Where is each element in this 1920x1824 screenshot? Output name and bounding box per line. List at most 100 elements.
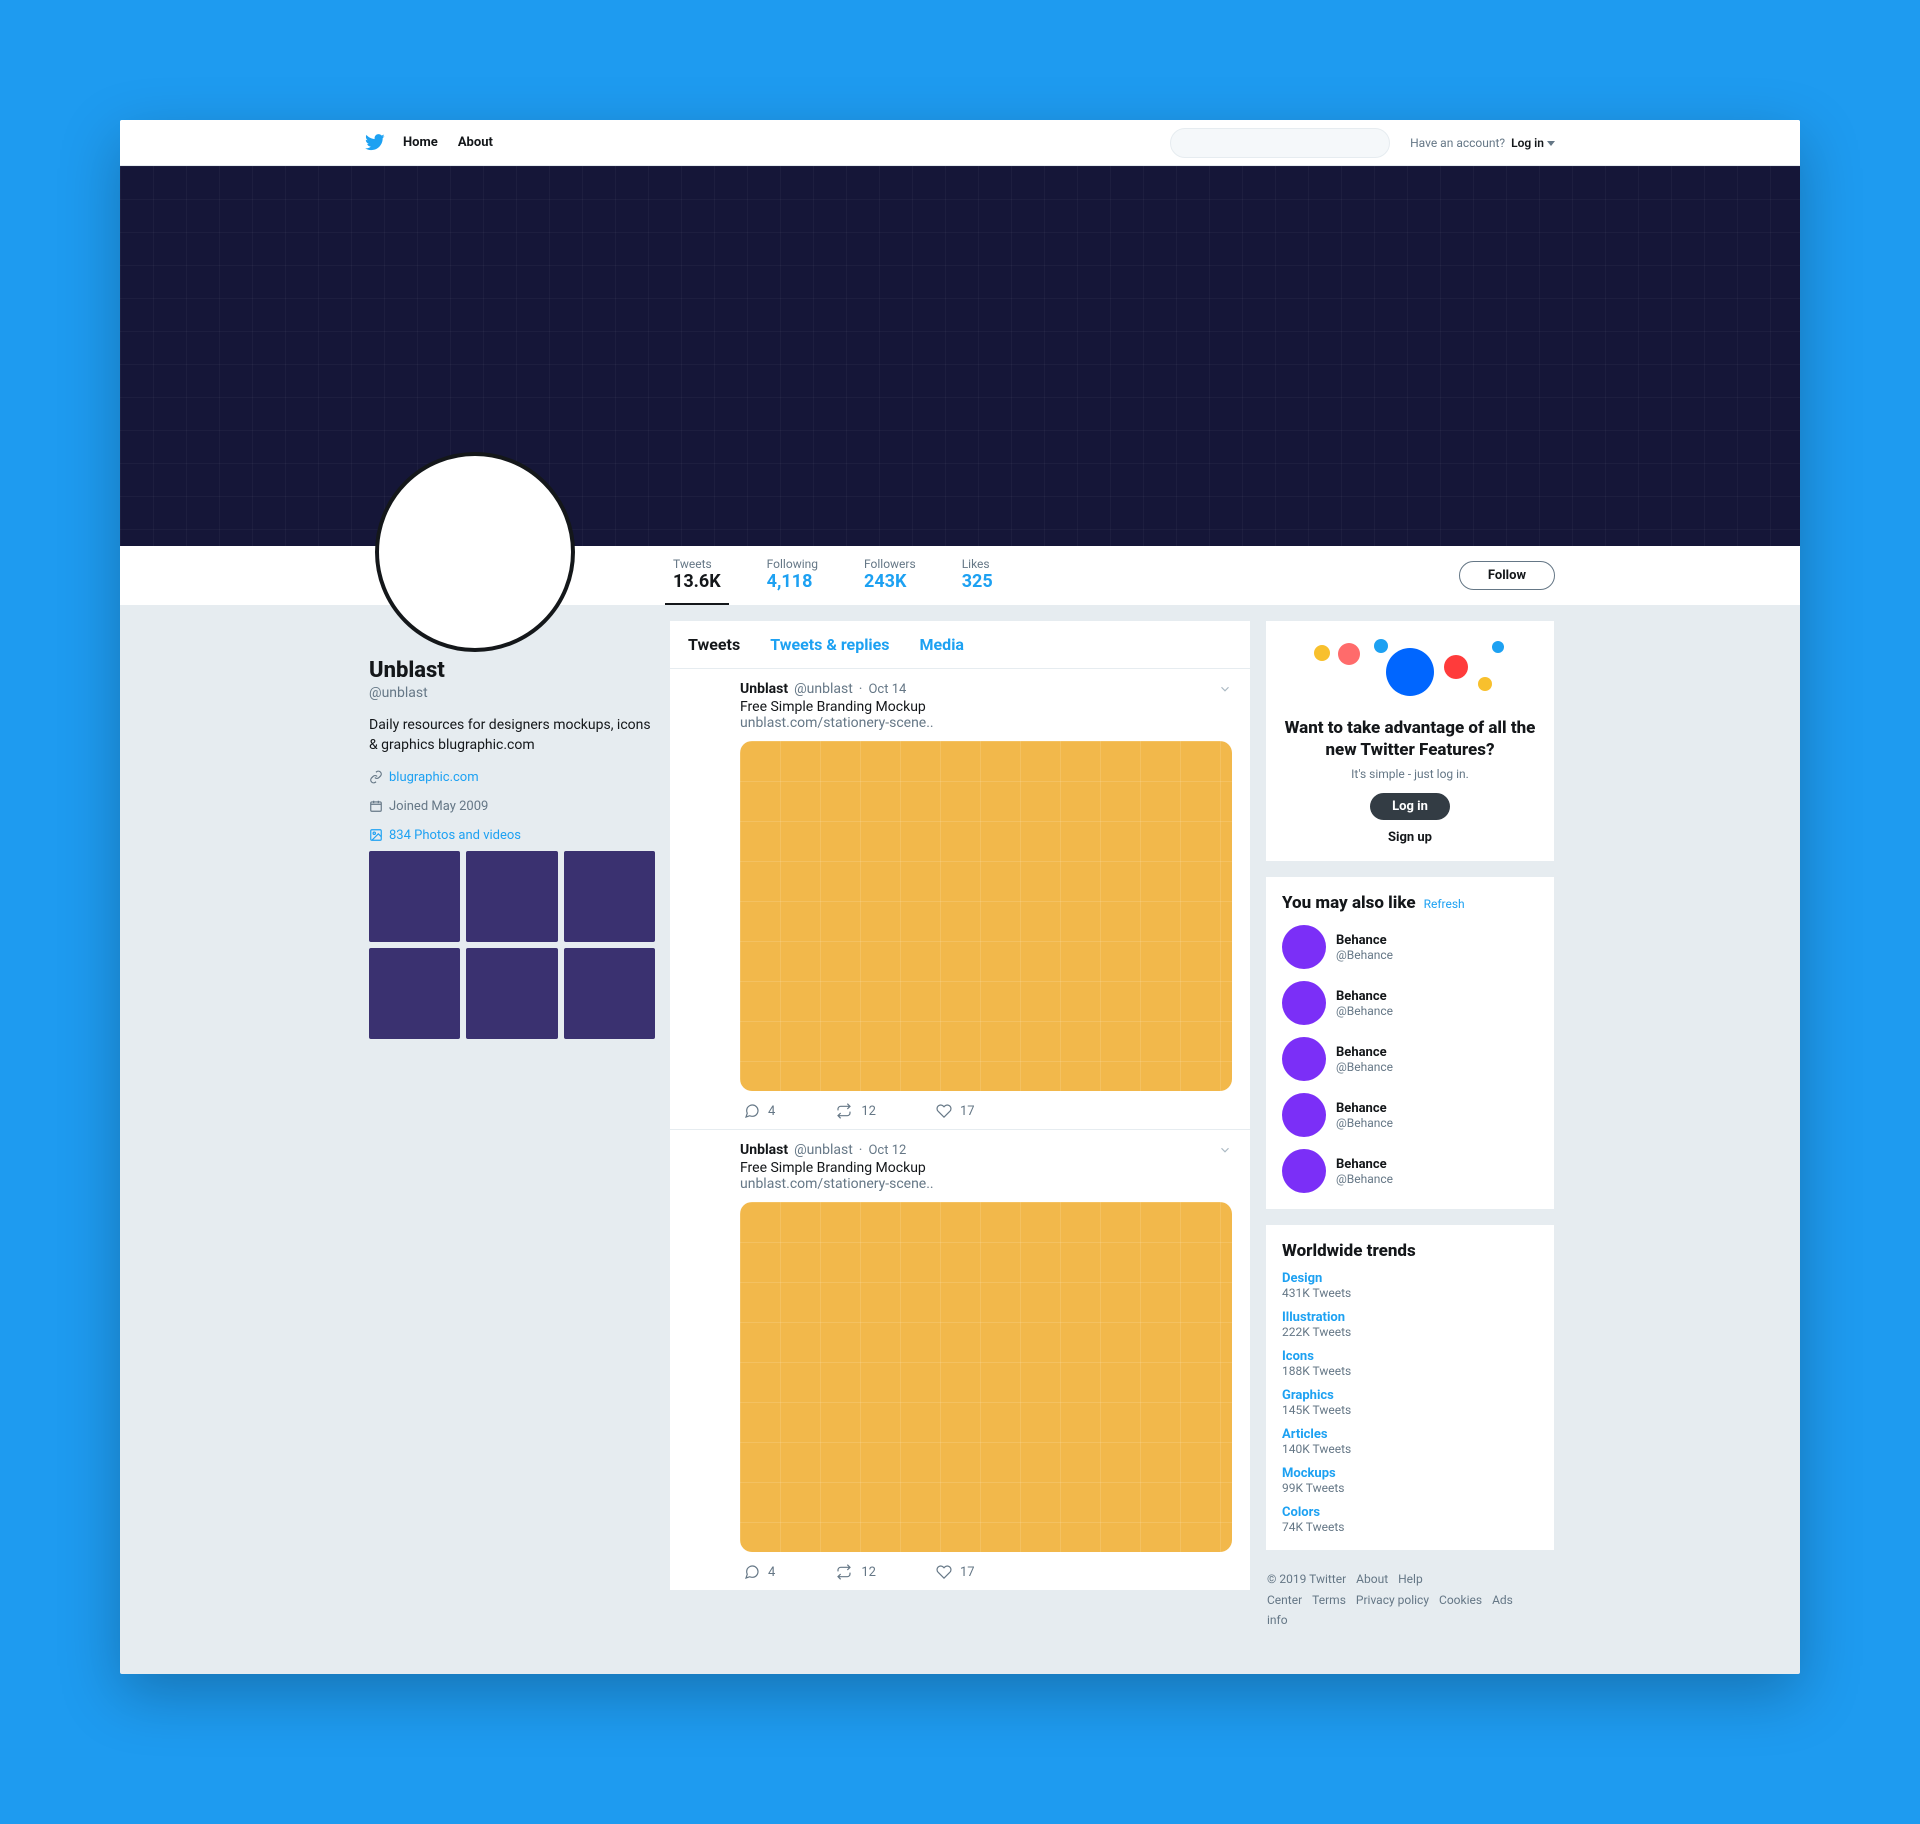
suggestion-handle: @Behance xyxy=(1336,1116,1393,1130)
profile-banner xyxy=(120,166,1800,546)
suggestion-row[interactable]: Behance @Behance xyxy=(1282,1149,1538,1193)
stat-likes[interactable]: Likes 325 xyxy=(954,546,1001,605)
suggestion-avatar[interactable] xyxy=(1282,981,1326,1025)
profile-handle: @unblast xyxy=(369,685,655,701)
suggestion-avatar[interactable] xyxy=(1282,1149,1326,1193)
trend-row[interactable]: Illustration 222K Tweets xyxy=(1282,1310,1538,1339)
media-thumbnail[interactable] xyxy=(369,948,460,1039)
reply-button[interactable]: 4 xyxy=(744,1103,775,1119)
search-input[interactable] xyxy=(1170,128,1390,158)
tweet-image[interactable] xyxy=(740,1202,1232,1552)
tweet[interactable]: Unblast @unblast · Oct 14 Free Simple Br… xyxy=(670,669,1250,1130)
suggestion-avatar[interactable] xyxy=(1282,925,1326,969)
tweet-menu-icon[interactable] xyxy=(1218,682,1232,696)
profile-joined: Joined May 2009 xyxy=(369,799,655,814)
trend-count: 140K Tweets xyxy=(1282,1442,1538,1456)
media-thumbnail[interactable] xyxy=(564,851,655,942)
suggestion-avatar[interactable] xyxy=(1282,1037,1326,1081)
suggestion-name: Behance xyxy=(1336,1157,1393,1172)
login-button[interactable]: Log in xyxy=(1370,793,1450,820)
profile-website[interactable]: blugraphic.com xyxy=(369,770,655,785)
suggestion-name: Behance xyxy=(1336,989,1393,1004)
retweet-button[interactable]: 12 xyxy=(835,1564,876,1580)
tweet-handle[interactable]: @unblast xyxy=(794,681,853,697)
tweet-author[interactable]: Unblast xyxy=(740,681,788,697)
footer-link[interactable]: About xyxy=(1356,1572,1388,1586)
suggestion-row[interactable]: Behance @Behance xyxy=(1282,1093,1538,1137)
trend-row[interactable]: Colors 74K Tweets xyxy=(1282,1505,1538,1534)
media-thumbnail[interactable] xyxy=(564,948,655,1039)
footer-link[interactable]: Cookies xyxy=(1439,1593,1482,1607)
follow-button[interactable]: Follow xyxy=(1459,561,1555,590)
top-navbar: Home About Have an account? Log in xyxy=(120,120,1800,166)
tweet-link[interactable]: unblast.com/stationery-scene.. xyxy=(740,715,1232,731)
tweet-image[interactable] xyxy=(740,741,1232,1091)
twitter-bird-icon[interactable] xyxy=(365,134,385,151)
tweet-link[interactable]: unblast.com/stationery-scene.. xyxy=(740,1176,1232,1192)
footer-link[interactable]: Terms xyxy=(1312,1593,1346,1607)
calendar-icon xyxy=(369,799,383,813)
tab-tweets[interactable]: Tweets xyxy=(688,635,740,654)
signup-subtitle: It's simple - just log in. xyxy=(1282,767,1538,781)
suggestion-avatar[interactable] xyxy=(1282,1093,1326,1137)
trend-row[interactable]: Graphics 145K Tweets xyxy=(1282,1388,1538,1417)
tweet-date[interactable]: Oct 14 xyxy=(868,682,906,697)
signup-button[interactable]: Sign up xyxy=(1388,830,1432,845)
trend-row[interactable]: Articles 140K Tweets xyxy=(1282,1427,1538,1456)
tweet-handle[interactable]: @unblast xyxy=(794,1142,853,1158)
signup-illustration xyxy=(1282,637,1538,707)
stat-label: Likes xyxy=(962,557,993,571)
tweet-text: Free Simple Branding Mockup xyxy=(740,1160,1232,1176)
avatar[interactable] xyxy=(375,452,575,652)
nav-about-link[interactable]: About xyxy=(458,135,493,150)
suggestion-handle: @Behance xyxy=(1336,1060,1393,1074)
like-button[interactable]: 17 xyxy=(936,1564,975,1580)
suggestion-row[interactable]: Behance @Behance xyxy=(1282,1037,1538,1081)
signup-title: Want to take advantage of all the new Tw… xyxy=(1282,717,1538,761)
stat-value: 325 xyxy=(962,571,993,592)
like-button[interactable]: 17 xyxy=(936,1103,975,1119)
stat-tweets[interactable]: Tweets 13.6K xyxy=(665,546,729,605)
trend-row[interactable]: Icons 188K Tweets xyxy=(1282,1349,1538,1378)
tweet-date[interactable]: Oct 12 xyxy=(868,1143,906,1158)
profile-bio: Daily resources for designers mockups, i… xyxy=(369,715,655,756)
signup-prompt-panel: Want to take advantage of all the new Tw… xyxy=(1265,620,1555,862)
profile-media-text: 834 Photos and videos xyxy=(389,828,521,843)
trends-panel: Worldwide trends Design 431K Tweets Illu… xyxy=(1265,1224,1555,1551)
trend-row[interactable]: Design 431K Tweets xyxy=(1282,1271,1538,1300)
media-thumbnail[interactable] xyxy=(466,948,557,1039)
trend-count: 188K Tweets xyxy=(1282,1364,1538,1378)
retweet-button[interactable]: 12 xyxy=(835,1103,876,1119)
stat-following[interactable]: Following 4,118 xyxy=(759,546,826,605)
footer-link[interactable]: Privacy policy xyxy=(1356,1593,1429,1607)
suggestion-name: Behance xyxy=(1336,1045,1393,1060)
reply-button[interactable]: 4 xyxy=(744,1564,775,1580)
timeline-tabs: Tweets Tweets & replies Media xyxy=(670,621,1250,669)
login-link[interactable]: Log in xyxy=(1511,136,1555,150)
suggestions-refresh[interactable]: Refresh xyxy=(1424,897,1465,911)
stat-followers[interactable]: Followers 243K xyxy=(856,546,924,605)
nav-home-link[interactable]: Home xyxy=(403,135,438,150)
footer-links: © 2019 TwitterAboutHelp CenterTermsPriva… xyxy=(1265,1565,1555,1634)
trend-count: 74K Tweets xyxy=(1282,1520,1538,1534)
trend-row[interactable]: Mockups 99K Tweets xyxy=(1282,1466,1538,1495)
trend-name: Icons xyxy=(1282,1349,1538,1364)
profile-media-link[interactable]: 834 Photos and videos xyxy=(369,828,655,843)
trend-name: Articles xyxy=(1282,1427,1538,1442)
tweet-menu-icon[interactable] xyxy=(1218,1143,1232,1157)
stat-value: 4,118 xyxy=(767,571,818,592)
media-thumbnail[interactable] xyxy=(466,851,557,942)
suggestions-panel: You may also like Refresh Behance @Behan… xyxy=(1265,876,1555,1210)
account-prompt-text: Have an account? xyxy=(1410,136,1505,150)
trend-count: 99K Tweets xyxy=(1282,1481,1538,1495)
media-grid xyxy=(369,851,655,1040)
tweet[interactable]: Unblast @unblast · Oct 12 Free Simple Br… xyxy=(670,1130,1250,1591)
tab-media[interactable]: Media xyxy=(920,635,964,654)
suggestion-row[interactable]: Behance @Behance xyxy=(1282,925,1538,969)
media-thumbnail[interactable] xyxy=(369,851,460,942)
suggestion-handle: @Behance xyxy=(1336,1004,1393,1018)
stat-label: Tweets xyxy=(673,557,721,571)
tweet-author[interactable]: Unblast xyxy=(740,1142,788,1158)
suggestion-row[interactable]: Behance @Behance xyxy=(1282,981,1538,1025)
tab-tweets-replies[interactable]: Tweets & replies xyxy=(770,635,889,654)
